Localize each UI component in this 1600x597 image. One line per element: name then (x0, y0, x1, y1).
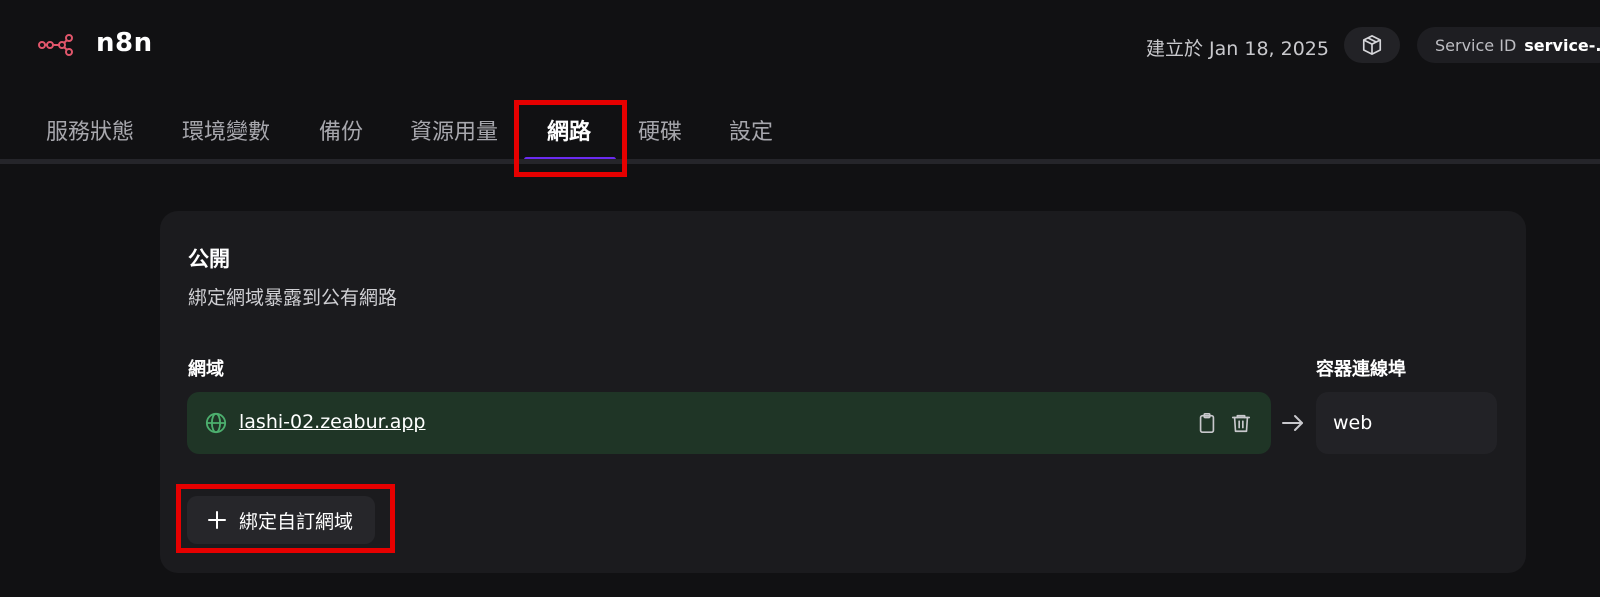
service-id-chip[interactable]: Service ID service-... (1417, 27, 1600, 63)
highlight-box-add-domain (176, 484, 395, 553)
app-title: n8n (96, 28, 153, 58)
arrow-right-icon (1282, 415, 1303, 431)
package-button[interactable] (1344, 27, 1400, 63)
container-port-field[interactable]: web (1316, 392, 1497, 454)
tab-disk[interactable]: 硬碟 (638, 114, 682, 146)
highlight-box-networking-tab (514, 100, 627, 177)
service-id-label: Service ID (1435, 35, 1517, 55)
copy-icon[interactable] (1196, 412, 1218, 434)
header: n8n 建立於 Jan 18, 2025 Service ID service-… (0, 0, 1600, 92)
tab-divider (0, 159, 1600, 164)
port-column-label: 容器連線埠 (1316, 359, 1406, 380)
domain-row: lashi-02.zeabur.app (187, 392, 1271, 454)
globe-icon (205, 412, 227, 434)
trash-icon[interactable] (1230, 412, 1252, 434)
tab-env-vars[interactable]: 環境變數 (182, 114, 270, 146)
tab-bar: 服務狀態 環境變數 備份 資源用量 網路 硬碟 設定 (0, 100, 1600, 162)
tab-settings[interactable]: 設定 (729, 114, 773, 146)
tab-backup[interactable]: 備份 (319, 114, 363, 146)
tab-resource-usage[interactable]: 資源用量 (410, 114, 498, 146)
tab-service-status[interactable]: 服務狀態 (46, 114, 134, 146)
section-title: 公開 (188, 247, 230, 271)
created-date: 建立於 Jan 18, 2025 (1146, 38, 1329, 60)
service-id-value: service-... (1524, 35, 1600, 55)
package-icon (1362, 35, 1382, 55)
section-subtitle: 綁定網域暴露到公有網路 (188, 287, 398, 309)
domain-column-label: 網域 (188, 359, 224, 380)
domain-link[interactable]: lashi-02.zeabur.app (239, 411, 426, 433)
n8n-logo-icon (38, 34, 73, 56)
